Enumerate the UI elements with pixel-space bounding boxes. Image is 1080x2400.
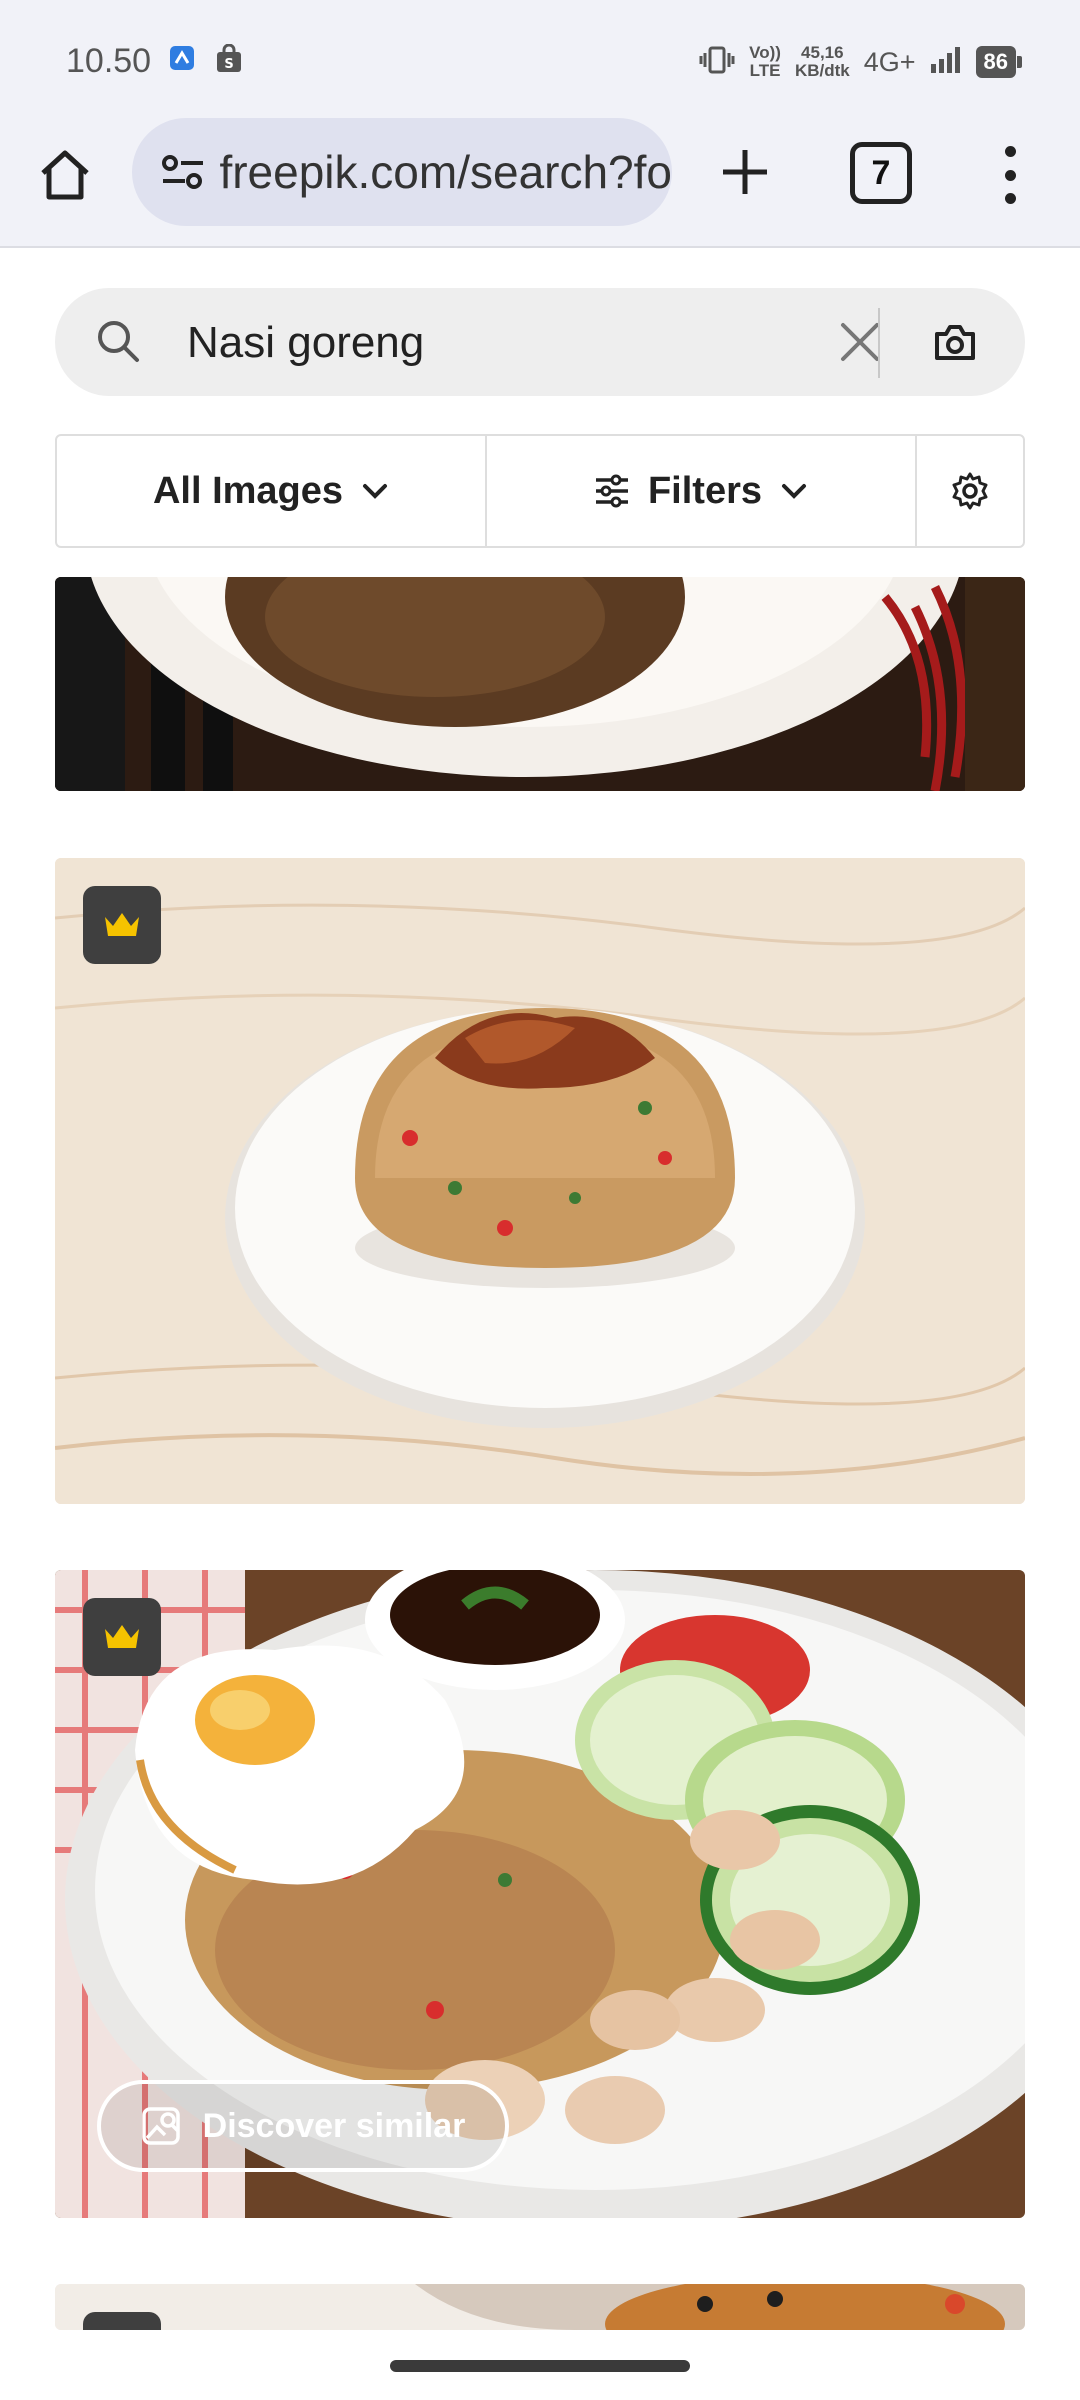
status-right: Vo)) LTE 45,16 KB/dtk 4G+ 86 xyxy=(699,38,1023,86)
discover-similar-button[interactable]: Discover similar xyxy=(97,2080,509,2172)
home-icon xyxy=(41,150,89,200)
site-settings-icon[interactable] xyxy=(152,152,213,192)
battery-icon: 86 xyxy=(975,46,1023,78)
sliders-icon xyxy=(595,474,628,508)
premium-badge xyxy=(83,2312,161,2330)
network-type: 4G+ xyxy=(863,46,916,77)
image-search-icon xyxy=(141,2107,180,2145)
all-images-label: All Images xyxy=(152,469,344,512)
filter-bar: All Images Filters xyxy=(55,434,1025,548)
result-image-3[interactable]: Discover similar xyxy=(55,1570,1025,2218)
premium-badge xyxy=(83,1598,161,1676)
volte-indicator: Vo)) LTE xyxy=(749,43,781,80)
result-image-4[interactable] xyxy=(55,2284,1025,2330)
camera-icon xyxy=(935,325,975,360)
tabs-button[interactable]: 7 xyxy=(850,142,912,204)
search-input[interactable]: Nasi goreng xyxy=(187,318,424,368)
home-button[interactable] xyxy=(30,140,100,210)
close-icon xyxy=(841,323,879,361)
gear-icon xyxy=(952,472,988,510)
more-vert-icon[interactable] xyxy=(990,140,1030,210)
signal-icon xyxy=(930,46,962,79)
plus-icon xyxy=(723,150,767,194)
address-bar[interactable]: freepik.com/search?fo xyxy=(132,118,672,226)
crown-icon xyxy=(105,913,139,936)
result-image-1[interactable] xyxy=(55,577,1025,791)
search-icon xyxy=(95,318,141,369)
network-speed: 45,16 KB/dtk xyxy=(794,43,850,80)
chevron-down-icon xyxy=(782,484,807,499)
vibrate-icon xyxy=(699,46,735,79)
gesture-nav-handle[interactable] xyxy=(390,2360,690,2372)
all-images-dropdown[interactable]: All Images xyxy=(57,436,487,546)
discover-similar-label: Discover similar xyxy=(202,2106,466,2145)
filters-dropdown[interactable]: Filters xyxy=(487,436,917,546)
clear-search-button[interactable] xyxy=(825,312,895,372)
search-box[interactable]: Nasi goreng xyxy=(55,288,1025,396)
visual-search-button[interactable] xyxy=(910,310,1000,374)
shopping-bag-icon: S xyxy=(214,43,244,79)
settings-button[interactable] xyxy=(917,436,1023,546)
filters-label: Filters xyxy=(647,469,763,512)
status-bar: 10.50 S Vo)) LTE 45,16 KB/dtk 4G+ 86 xyxy=(0,0,1080,118)
svg-text:S: S xyxy=(224,57,233,72)
browser-toolbar: freepik.com/search?fo 7 xyxy=(0,118,1080,248)
tab-count: 7 xyxy=(871,153,891,192)
status-time: 10.50 xyxy=(66,42,152,80)
search-divider xyxy=(878,308,880,378)
new-tab-button[interactable] xyxy=(705,136,785,208)
chevron-down-icon xyxy=(363,484,388,499)
result-image-2[interactable] xyxy=(55,858,1025,1504)
url-text: freepik.com/search?fo xyxy=(219,146,672,198)
app-notification-icon xyxy=(168,44,196,77)
premium-badge xyxy=(83,886,161,964)
crown-icon xyxy=(105,1625,139,1648)
